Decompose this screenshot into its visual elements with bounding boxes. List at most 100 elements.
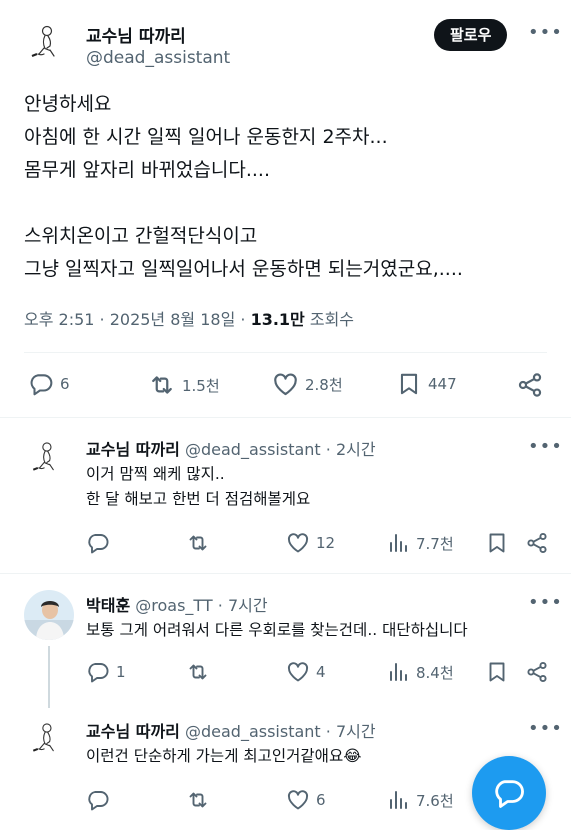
reply-author-handle[interactable]: @dead_assistant: [185, 722, 321, 741]
reply-count: 1: [116, 663, 126, 681]
post-meta: 오후 2:51 · 2025년 8월 18일 · 13.1만 조회수: [24, 306, 354, 330]
post-line: 스위치온이고 간헐적단식이고: [24, 225, 258, 247]
reply-line: 이런건 단순하게 가는게 최고인거같애요😂: [86, 747, 362, 765]
post-line: 안녕하세요: [24, 93, 112, 115]
author-avatar[interactable]: [24, 20, 68, 64]
views-action[interactable]: 7.7천: [386, 531, 454, 555]
reply-time[interactable]: · 2시간: [326, 440, 376, 459]
repost-action[interactable]: 1.5천: [148, 371, 220, 399]
share-icon: [525, 531, 549, 555]
reply-header: 교수님 따까리 @dead_assistant · 7시간: [86, 718, 376, 742]
avatar-image: [26, 437, 66, 477]
share-action[interactable]: [525, 660, 549, 684]
like-count: 12: [316, 534, 336, 552]
bookmark-icon: [485, 660, 509, 684]
post-line: 몸무게 앞자리 바뀌었습니다....: [24, 159, 270, 181]
reply-action[interactable]: 1: [86, 660, 126, 684]
bookmark-action[interactable]: 447: [396, 371, 457, 397]
follow-button[interactable]: 팔로우: [434, 19, 508, 51]
reply-line: 한 달 해보고 한번 더 점검해볼게요: [86, 490, 311, 508]
divider: [24, 352, 547, 353]
repost-action[interactable]: [186, 660, 216, 684]
like-action[interactable]: 12: [286, 531, 335, 555]
reply-author-name[interactable]: 교수님 따까리: [86, 722, 180, 741]
reply-body: 보통 그게 어려워서 다른 우회로를 찾는건데.. 대단하십니다: [86, 618, 468, 643]
bookmark-action[interactable]: [485, 531, 509, 555]
heart-icon: [286, 531, 310, 555]
reply-icon: [86, 788, 110, 812]
reply-author-name[interactable]: 박태훈: [86, 596, 130, 615]
reply-author-name[interactable]: 교수님 따까리: [86, 440, 180, 459]
repost-icon: [186, 531, 210, 555]
compose-icon: [495, 780, 524, 808]
reply-icon: [28, 371, 54, 397]
bookmark-count: 447: [428, 375, 457, 393]
reply-avatar[interactable]: [24, 590, 74, 640]
avatar-image: [24, 20, 68, 64]
reply-action[interactable]: [86, 788, 116, 812]
reply-body: 이거 맘찍 왜케 많지.. 한 달 해보고 한번 더 점검해볼게요: [86, 462, 310, 512]
more-icon[interactable]: •••: [528, 22, 563, 43]
views-icon: [386, 660, 410, 684]
repost-count: 1.5천: [182, 376, 220, 395]
divider: [0, 417, 571, 418]
reply-header: 박태훈 @roas_TT · 7시간: [86, 592, 268, 616]
reply-icon: [86, 660, 110, 684]
reply-author-handle[interactable]: @roas_TT: [135, 596, 212, 615]
repost-action[interactable]: [186, 531, 216, 555]
post-body: 안녕하세요 아침에 한 시간 일찍 일어나 운동한지 2주차... 몸무게 앞자…: [24, 88, 554, 286]
avatar-image: [24, 590, 74, 640]
post-line: [24, 187, 554, 220]
post-line: 아침에 한 시간 일찍 일어나 운동한지 2주차...: [24, 126, 388, 148]
bookmark-action[interactable]: [485, 660, 509, 684]
reply-header: 교수님 따까리 @dead_assistant · 2시간: [86, 436, 376, 460]
views-icon: [386, 531, 410, 555]
views-action[interactable]: 7.6천: [386, 788, 454, 812]
reply-avatar[interactable]: [26, 437, 66, 477]
repost-icon: [186, 660, 210, 684]
reply-action[interactable]: 6: [28, 371, 70, 397]
like-action[interactable]: 6: [286, 788, 326, 812]
like-count: 2.8천: [305, 376, 343, 394]
heart-icon: [286, 660, 310, 684]
views-count: 7.7천: [416, 534, 454, 553]
reply-line: 보통 그게 어려워서 다른 우회로를 찾는건데.. 대단하십니다: [86, 621, 468, 639]
avatar-image: [26, 718, 66, 758]
repost-icon: [148, 371, 176, 399]
reply-time[interactable]: · 7시간: [218, 596, 268, 615]
share-action[interactable]: [516, 371, 544, 399]
views-action[interactable]: 8.4천: [386, 660, 454, 684]
like-action[interactable]: 4: [286, 660, 326, 684]
reply-author-handle[interactable]: @dead_assistant: [185, 440, 321, 459]
reply-icon: [86, 531, 110, 555]
reply-line: 이거 맘찍 왜케 많지..: [86, 465, 225, 483]
repost-icon: [186, 788, 210, 812]
views-count: 8.4천: [416, 663, 454, 682]
author-name[interactable]: 교수님 따까리: [86, 22, 186, 47]
like-count: 4: [316, 663, 326, 681]
share-icon: [516, 371, 544, 399]
heart-icon: [286, 788, 310, 812]
like-count: 6: [316, 791, 326, 809]
more-icon[interactable]: •••: [528, 592, 563, 613]
author-handle[interactable]: @dead_assistant: [86, 48, 230, 68]
post-timestamp[interactable]: 오후 2:51 · 2025년 8월 18일 ·: [24, 310, 251, 329]
bookmark-icon: [396, 371, 422, 397]
reply-avatar[interactable]: [26, 718, 66, 758]
divider: [0, 573, 571, 574]
share-action[interactable]: [525, 531, 549, 555]
like-action[interactable]: 2.8천: [272, 371, 343, 398]
reply-action[interactable]: [86, 531, 116, 555]
compose-button[interactable]: [472, 756, 546, 830]
repost-action[interactable]: [186, 788, 216, 812]
views-label: 조회수: [304, 310, 355, 329]
more-icon[interactable]: •••: [528, 718, 563, 739]
post-line: 그냥 일찍자고 일찍일어나서 운동하면 되는거였군요,....: [24, 258, 463, 280]
reply-time[interactable]: · 7시간: [326, 722, 376, 741]
views-count: 7.6천: [416, 791, 454, 810]
reply-body: 이런건 단순하게 가는게 최고인거같애요😂: [86, 744, 361, 769]
views-count: 13.1만: [250, 310, 305, 329]
more-icon[interactable]: •••: [528, 436, 563, 457]
views-icon: [386, 788, 410, 812]
bookmark-icon: [485, 531, 509, 555]
